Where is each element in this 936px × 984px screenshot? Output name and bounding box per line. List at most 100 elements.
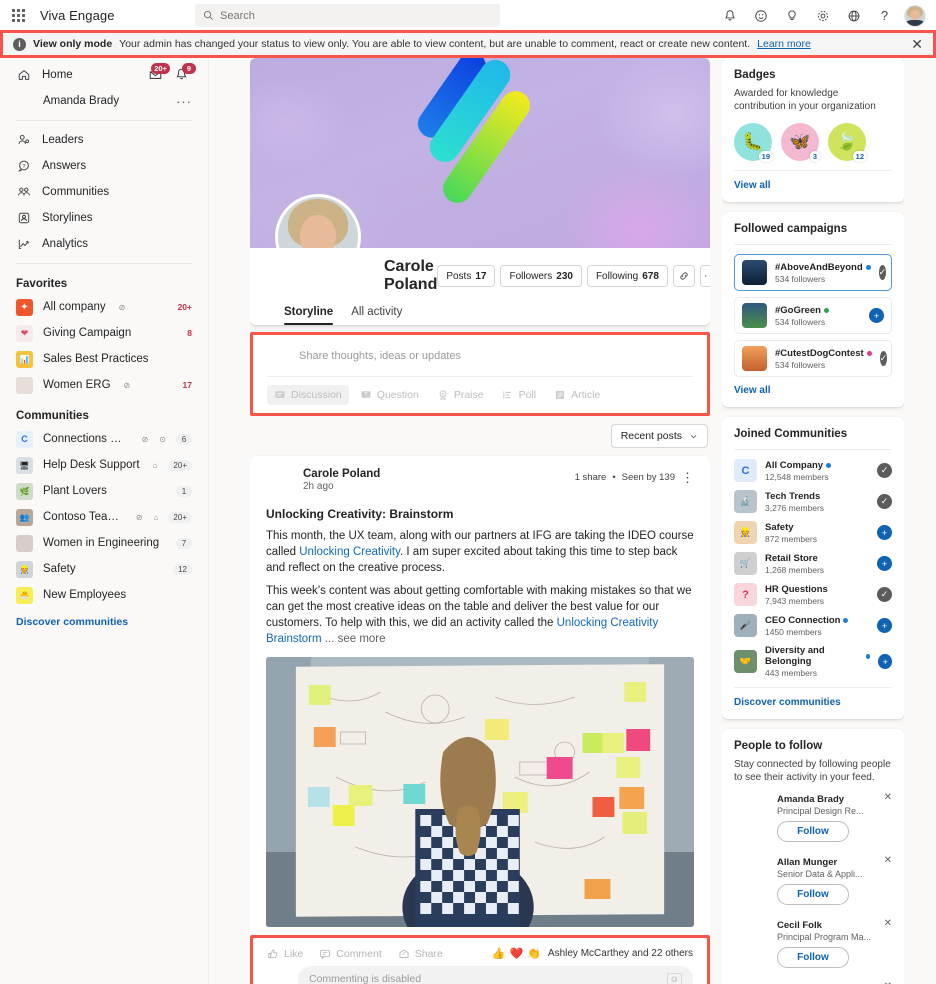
notifications-bell-icon[interactable]: 9 — [174, 63, 196, 83]
dismiss-icon[interactable]: ✕ — [884, 918, 892, 929]
person-name[interactable]: Cecil Folk — [777, 920, 871, 931]
person-name[interactable]: Amanda Brady — [777, 794, 864, 805]
sidebar-item-women-in-engineering[interactable]: Women in Engineering 7 — [10, 530, 198, 556]
post-author-name[interactable]: Carole Poland — [303, 468, 380, 480]
post-author-avatar[interactable] — [266, 468, 294, 496]
community-follow-plus-icon[interactable]: + — [877, 525, 892, 540]
profile-avatar[interactable] — [275, 194, 361, 248]
comment-button[interactable]: Comment — [319, 948, 382, 960]
like-button[interactable]: Like — [267, 948, 303, 960]
joined-all-company[interactable]: C All Company 12,548 members ✓ — [734, 459, 892, 482]
sidebar-item-giving-campaign[interactable]: ❤ Giving Campaign 8 — [10, 320, 198, 346]
tab-all-activity[interactable]: All activity — [351, 306, 402, 325]
composer-praise-button[interactable]: Praise — [430, 385, 491, 405]
badges-view-all-link[interactable]: View all — [734, 180, 892, 191]
post-reactions[interactable]: 👍 ❤️ 👏 Ashley McCarthey and 22 others — [492, 947, 693, 960]
sidebar-item-help-desk-support-label: Help Desk Support — [43, 459, 140, 471]
gear-icon[interactable] — [807, 0, 838, 31]
emoji-icon[interactable]: ☺ — [666, 973, 682, 984]
tips-icon[interactable] — [776, 0, 807, 31]
campaign-follow-plus-icon[interactable]: + — [869, 308, 884, 323]
community-name-text: Diversity and Belonging — [765, 645, 825, 667]
joined-hr-questions[interactable]: ? HR Questions 7,943 members ✓ — [734, 583, 892, 606]
bell-icon[interactable] — [714, 0, 745, 31]
community-joined-check-icon[interactable]: ✓ — [877, 494, 892, 509]
joined-discover-communities-link[interactable]: Discover communities — [734, 697, 892, 708]
discover-communities-link[interactable]: Discover communities — [10, 608, 198, 636]
follow-button[interactable]: Follow — [777, 884, 849, 905]
community-joined-check-icon[interactable]: ✓ — [877, 463, 892, 478]
sidebar-item-plant-lovers[interactable]: 🌿 Plant Lovers 1 — [10, 478, 198, 504]
badge-caterpillar[interactable]: 🐛 19 — [734, 123, 773, 162]
sidebar-item-answers[interactable]: ? Answers — [10, 153, 198, 179]
recent-posts-sort-button[interactable]: Recent posts — [610, 424, 708, 448]
community-follow-plus-icon[interactable]: + — [877, 618, 892, 633]
user-more-icon[interactable]: ··· — [176, 94, 192, 109]
dismiss-icon[interactable]: ✕ — [884, 855, 892, 866]
sidebar-item-home[interactable]: Home 20+ 9 — [10, 62, 198, 88]
sidebar-item-storylines[interactable]: Storylines — [10, 205, 198, 231]
link-icon[interactable] — [672, 265, 695, 287]
post-link-unlocking-creativity[interactable]: Unlocking Creativity — [299, 546, 400, 558]
tab-storyline[interactable]: Storyline — [284, 306, 334, 325]
composer-poll-button[interactable]: Poll — [495, 385, 544, 405]
sidebar-item-analytics[interactable]: Analytics — [10, 231, 198, 257]
sidebar-item-communities[interactable]: Communities — [10, 179, 198, 205]
globe-icon[interactable] — [838, 0, 869, 31]
campaign-gogreen[interactable]: #GoGreen 534 followers + — [734, 297, 892, 334]
comment-input[interactable]: Commenting is disabled ☺ — [298, 966, 693, 984]
badge-butterfly[interactable]: 🦋 3 — [781, 123, 820, 162]
follow-button[interactable]: Follow — [777, 947, 849, 968]
campaigns-view-all-link[interactable]: View all — [734, 385, 892, 396]
joined-ceo-connection[interactable]: 🎤 CEO Connection 1450 members + — [734, 614, 892, 637]
follow-button[interactable]: Follow — [777, 821, 849, 842]
joined-tech-trends[interactable]: 🔬 Tech Trends 3,276 members ✓ — [734, 490, 892, 513]
joined-safety[interactable]: 👷 Safety 872 members + — [734, 521, 892, 544]
sidebar-item-sales-best-practices[interactable]: 📊 Sales Best Practices — [10, 346, 198, 372]
composer-article-button[interactable]: Article — [547, 385, 607, 405]
search-input[interactable]: Search — [195, 4, 500, 27]
posts-stat-button[interactable]: Posts 17 — [437, 265, 496, 287]
avatar[interactable] — [734, 857, 768, 891]
feedback-icon[interactable] — [745, 0, 776, 31]
post-image[interactable] — [266, 657, 694, 927]
community-joined-check-icon[interactable]: ✓ — [877, 587, 892, 602]
joined-retail-store[interactable]: 🛒 Retail Store 1,268 members + — [734, 552, 892, 575]
sidebar-item-user[interactable]: Amanda Brady ··· — [10, 88, 198, 114]
following-stat-button[interactable]: Following 678 — [586, 265, 668, 287]
sidebar-item-connections-wfh[interactable]: C Connections WFH ⊘ ⊙ 6 — [10, 426, 198, 452]
badge-leaf[interactable]: 🍃 12 — [828, 123, 867, 162]
sidebar-item-women-erg[interactable]: Women ERG ⊘ 17 — [10, 372, 198, 398]
campaign-following-check-icon[interactable]: ✓ — [878, 265, 887, 280]
avatar[interactable] — [734, 794, 768, 828]
inbox-icon[interactable]: 20+ — [148, 63, 170, 83]
joined-diversity-and-belonging[interactable]: 🤝 Diversity and Belonging 443 members + — [734, 645, 892, 678]
avatar[interactable] — [734, 920, 768, 954]
sidebar-item-safety[interactable]: 👷 Safety 12 — [10, 556, 198, 582]
share-button[interactable]: Share — [398, 948, 443, 960]
sidebar-item-leaders[interactable]: Leaders — [10, 127, 198, 153]
followers-stat-button[interactable]: Followers 230 — [500, 265, 582, 287]
sidebar-item-help-desk-support[interactable]: 🖥 Help Desk Support ⌂ 20+ — [10, 452, 198, 478]
campaign-cutest-dog-contest[interactable]: #CutestDogContest 534 followers ✓ — [734, 340, 892, 377]
banner-learn-more-link[interactable]: Learn more — [757, 38, 811, 50]
person-name[interactable]: Allan Munger — [777, 857, 863, 868]
campaign-above-and-beyond[interactable]: #AboveAndBeyond 534 followers ✓ — [734, 254, 892, 291]
account-avatar[interactable] — [904, 4, 926, 27]
sidebar-item-all-company[interactable]: ✦ All company ⊘ 20+ — [10, 294, 198, 320]
post-see-more-link[interactable]: ... see more — [322, 633, 386, 645]
community-follow-plus-icon[interactable]: + — [877, 556, 892, 571]
waffle-icon[interactable] — [0, 8, 36, 22]
dismiss-icon[interactable]: ✕ — [884, 792, 892, 803]
sidebar-item-contoso-team-ux[interactable]: 👥 Contoso Team UX (Desig... ⊘ ⌂ 20+ — [10, 504, 198, 530]
more-icon[interactable]: ··· — [699, 265, 710, 287]
composer-input-row[interactable]: Share thoughts, ideas or updates — [267, 345, 693, 376]
sidebar-item-new-employees[interactable]: 🐣 New Employees — [10, 582, 198, 608]
help-icon[interactable]: ? — [869, 0, 900, 31]
post-more-icon[interactable]: ⋮ — [681, 471, 694, 484]
community-follow-plus-icon[interactable]: + — [878, 654, 892, 669]
campaign-following-check-icon[interactable]: ✓ — [879, 351, 888, 366]
composer-question-button[interactable]: ? Question — [353, 385, 426, 405]
composer-discussion-button[interactable]: Discussion — [267, 385, 349, 405]
close-icon[interactable]: ✕ — [911, 37, 923, 51]
